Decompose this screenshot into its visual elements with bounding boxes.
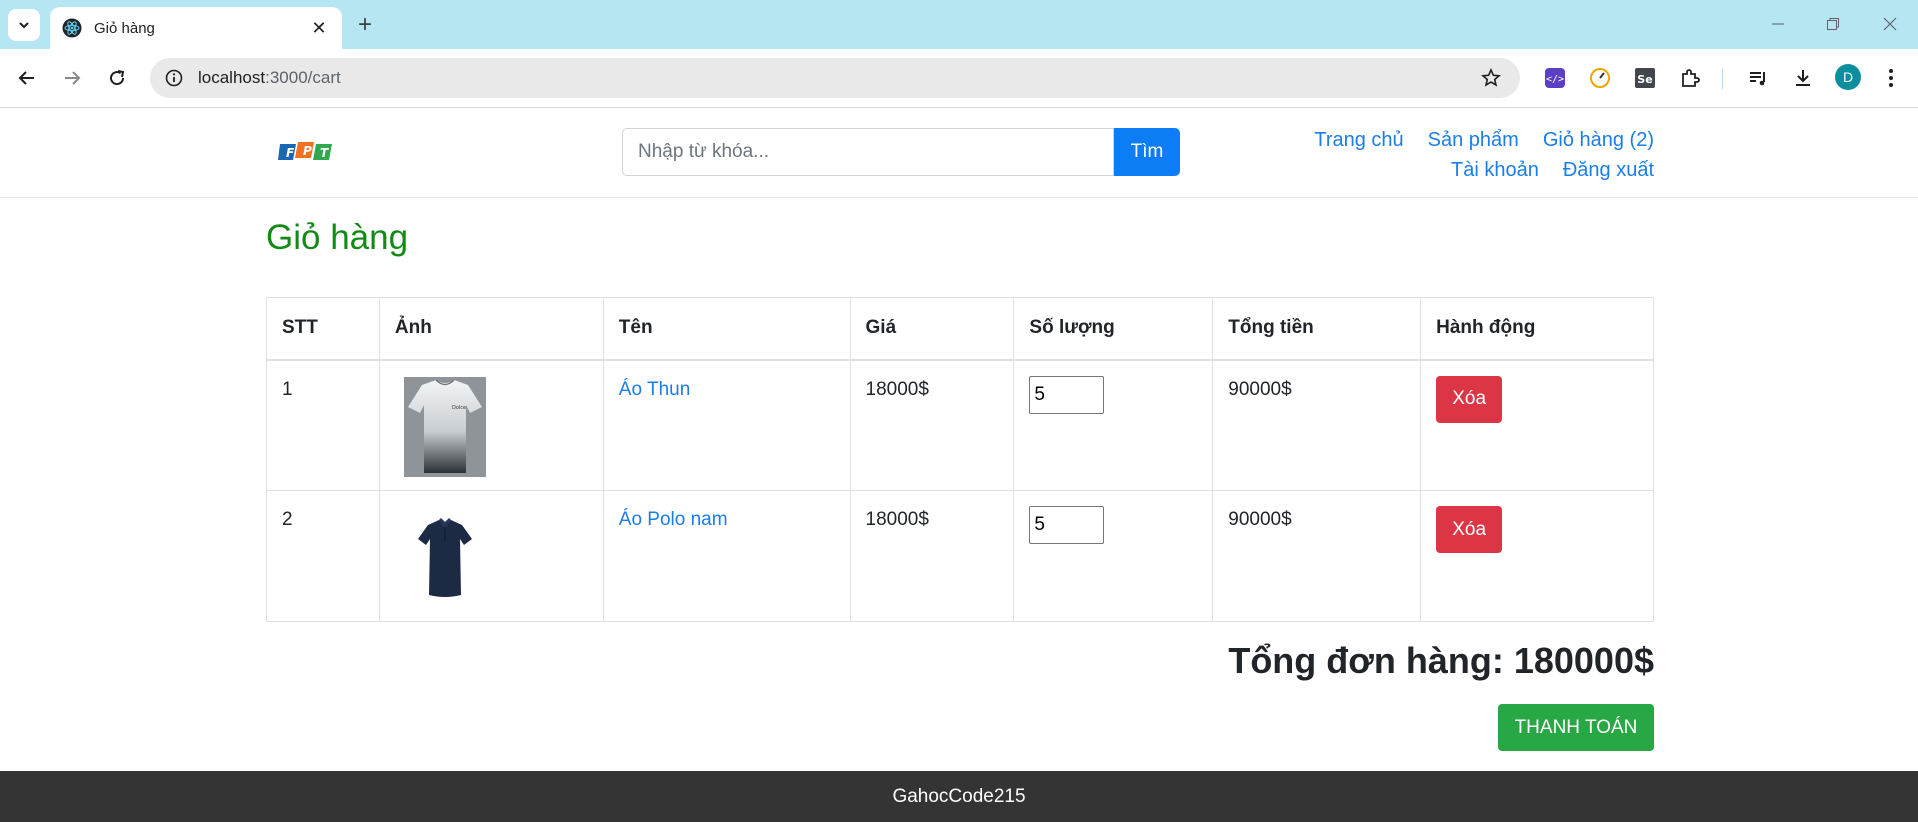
column-header-price: Giá [849, 297, 1015, 361]
cell-stt: 2 [266, 490, 380, 622]
selenium-extension-icon[interactable]: Se [1631, 64, 1659, 92]
footer: GahocCode215 [0, 771, 1918, 822]
search-input[interactable] [622, 128, 1114, 176]
column-header-stt: STT [266, 297, 380, 361]
site-header: F P T Tìm Trang chủ Sản phẩm Giỏ hàng (2… [0, 108, 1918, 198]
table-row: 1 Dolce Áo Thun 18000$ 90000$ Xóa [266, 359, 1654, 491]
address-bar[interactable]: localhost:3000/cart [150, 58, 1520, 98]
delete-button[interactable]: Xóa [1436, 375, 1503, 423]
cell-stt: 1 [266, 359, 380, 491]
cell-total: 90000$ [1212, 359, 1422, 491]
search-form: Tìm [622, 128, 1180, 176]
browser-menu-icon[interactable] [1877, 64, 1905, 92]
cell-action: Xóa [1420, 359, 1654, 491]
media-controls-icon[interactable] [1744, 64, 1772, 92]
close-window-icon[interactable] [1870, 10, 1910, 38]
table-header-row: STT Ảnh Tên Giá Số lượng Tổng tiền Hành … [266, 297, 1654, 361]
cell-price: 18000$ [849, 359, 1015, 491]
cell-name: Áo Polo nam [602, 490, 851, 622]
nav-row-2: Tài khoản Đăng xuất [1314, 155, 1654, 185]
cell-image: Dolce [378, 359, 604, 491]
page-title: Giỏ hàng [266, 218, 409, 257]
back-icon[interactable] [11, 62, 43, 94]
svg-text:P: P [303, 144, 312, 158]
tab-title: Giỏ hàng [94, 19, 155, 37]
cell-name: Áo Thun [602, 359, 851, 491]
forward-icon[interactable] [56, 62, 88, 94]
extensions-puzzle-icon[interactable] [1676, 64, 1704, 92]
toolbar-separator [1722, 69, 1723, 89]
bookmark-star-icon[interactable] [1476, 63, 1506, 93]
cell-total: 90000$ [1212, 490, 1422, 622]
nav-link-logout[interactable]: Đăng xuất [1563, 155, 1654, 185]
browser-tab-bar: Giỏ hàng ✕ + [0, 0, 1918, 49]
fpt-logo[interactable]: F P T [278, 135, 336, 167]
cell-action: Xóa [1420, 490, 1654, 622]
url-text: localhost:3000/cart [198, 68, 1476, 88]
footer-text: GahocCode215 [892, 785, 1026, 807]
nav-link-cart[interactable]: Giỏ hàng (2) [1543, 125, 1654, 155]
table-row: 2 Áo Polo nam 18000$ 90000$ Xóa [266, 490, 1654, 622]
order-total: Tổng đơn hàng: 180000$ [1228, 640, 1654, 681]
svg-text:F: F [286, 146, 295, 160]
tab-search-button[interactable] [8, 9, 40, 41]
search-button[interactable]: Tìm [1114, 128, 1180, 176]
speedometer-extension-icon[interactable] [1586, 64, 1614, 92]
column-header-action: Hành động [1420, 297, 1654, 361]
quantity-input[interactable] [1029, 375, 1105, 414]
minimize-icon[interactable] [1758, 10, 1798, 38]
cell-quantity [1013, 359, 1214, 491]
nav-link-home[interactable]: Trang chủ [1314, 125, 1403, 155]
url-host: localhost [198, 68, 266, 87]
tab-close-icon[interactable]: ✕ [308, 17, 330, 39]
download-icon[interactable] [1789, 64, 1817, 92]
reload-icon[interactable] [101, 62, 133, 94]
column-header-image: Ảnh [378, 297, 604, 361]
column-header-name: Tên [602, 297, 851, 361]
devtools-extension-icon[interactable]: </> [1541, 64, 1569, 92]
delete-button[interactable]: Xóa [1436, 506, 1503, 553]
url-path: :3000/cart [265, 68, 341, 87]
cart-table: STT Ảnh Tên Giá Số lượng Tổng tiền Hành … [266, 297, 1654, 622]
nav-row-1: Trang chủ Sản phẩm Giỏ hàng (2) [1314, 125, 1654, 155]
checkout-button[interactable]: THANH TOÁN [1498, 704, 1654, 751]
profile-avatar[interactable]: D [1835, 64, 1861, 90]
cell-image [378, 490, 604, 622]
cell-quantity [1013, 490, 1214, 622]
product-image-navy-polo [403, 507, 487, 607]
site-info-icon[interactable] [164, 68, 184, 88]
browser-tab-active[interactable]: Giỏ hàng ✕ [50, 7, 342, 49]
svg-text:Dolce: Dolce [452, 405, 466, 411]
product-link[interactable]: Áo Thun [619, 379, 690, 400]
quantity-input[interactable] [1029, 506, 1105, 544]
product-link[interactable]: Áo Polo nam [619, 509, 728, 530]
chevron-down-icon [19, 22, 29, 29]
svg-text:T: T [320, 146, 329, 160]
svg-text:</>: </> [1546, 74, 1564, 85]
react-icon [62, 18, 82, 38]
column-header-quantity: Số lượng [1013, 297, 1214, 361]
browser-toolbar: localhost:3000/cart </> Se D [0, 49, 1918, 108]
top-nav: Trang chủ Sản phẩm Giỏ hàng (2) Tài khoả… [1314, 125, 1654, 185]
restore-icon[interactable] [1813, 10, 1853, 38]
nav-link-account[interactable]: Tài khoản [1451, 155, 1539, 185]
new-tab-icon[interactable]: + [352, 11, 378, 38]
nav-link-products[interactable]: Sản phẩm [1428, 125, 1519, 155]
product-image-white-tshirt: Dolce [403, 376, 487, 477]
cell-price: 18000$ [849, 490, 1015, 622]
column-header-total: Tổng tiền [1212, 297, 1422, 361]
svg-text:Se: Se [1637, 73, 1652, 86]
